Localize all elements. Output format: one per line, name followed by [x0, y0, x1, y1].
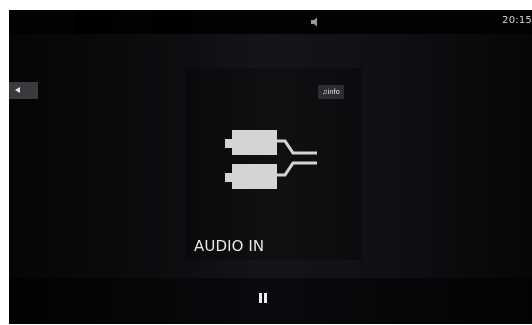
speaker-icon [311, 17, 317, 27]
back-button[interactable] [9, 82, 38, 99]
audio-source-card: ♫info AUDIO IN [185, 68, 362, 260]
pause-icon-bar [264, 293, 267, 303]
back-arrow-icon [15, 87, 20, 93]
pause-button[interactable] [254, 290, 272, 308]
status-tab-home[interactable] [76, 10, 168, 34]
status-tab-volume[interactable] [151, 10, 317, 34]
info-button[interactable]: ♫info [318, 85, 344, 99]
status-bar: 20:15 [9, 10, 532, 34]
pause-icon [259, 293, 262, 303]
cable-icon [225, 130, 317, 189]
playback-control-bar [9, 278, 532, 324]
media-player-screen: 20:15 ♫info AUDIO IN [9, 10, 532, 324]
source-label: AUDIO IN [194, 237, 265, 255]
clock: 20:15 [502, 15, 532, 26]
